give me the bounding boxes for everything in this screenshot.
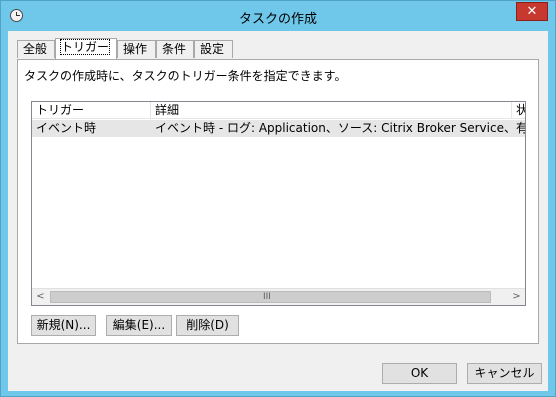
column-header-trigger[interactable]: トリガー xyxy=(32,102,151,119)
tab-triggers[interactable]: トリガー xyxy=(55,38,117,59)
tab-actions[interactable]: 操作 xyxy=(117,40,156,58)
horizontal-scrollbar[interactable]: < III > xyxy=(32,288,525,305)
ok-button[interactable]: OK xyxy=(382,363,457,384)
edit-trigger-button[interactable]: 編集(E)... xyxy=(106,315,172,336)
tab-triggers-label: トリガー xyxy=(59,39,111,55)
column-header-details[interactable]: 詳細 xyxy=(151,102,512,119)
task-create-window: タスクの作成 ✕ 全般 トリガー 操作 条件 設定 タスクの作成時に、タスクのト… xyxy=(0,0,556,397)
column-header-status[interactable]: 状 xyxy=(512,102,525,119)
trigger-list[interactable]: トリガー 詳細 状 イベント時 イベント時 - ログ: Application、… xyxy=(31,101,526,306)
scroll-right-icon[interactable]: > xyxy=(508,289,525,305)
tab-general[interactable]: 全般 xyxy=(17,40,55,58)
close-icon[interactable]: ✕ xyxy=(516,2,548,21)
title-bar[interactable]: タスクの作成 ✕ xyxy=(1,1,555,31)
table-row[interactable]: イベント時 イベント時 - ログ: Application、ソース: Citri… xyxy=(32,120,525,137)
window-title: タスクの作成 xyxy=(238,12,317,27)
scroll-thumb[interactable]: III xyxy=(50,291,491,303)
tab-settings[interactable]: 設定 xyxy=(194,40,233,58)
tab-conditions[interactable]: 条件 xyxy=(156,40,194,58)
panel-description: タスクの作成時に、タスクのトリガー条件を指定できます。 xyxy=(24,69,347,83)
new-trigger-button[interactable]: 新規(N)... xyxy=(31,315,96,336)
delete-trigger-button[interactable]: 削除(D) xyxy=(176,315,239,336)
triggers-panel: タスクの作成時に、タスクのトリガー条件を指定できます。 トリガー 詳細 状 イベ… xyxy=(17,59,539,344)
cell-details: イベント時 - ログ: Application、ソース: Citrix Brok… xyxy=(155,121,512,135)
cell-status: 有 xyxy=(512,120,525,137)
scroll-left-icon[interactable]: < xyxy=(32,289,49,305)
scroll-grip-icon: III xyxy=(263,292,271,302)
cancel-button[interactable]: キャンセル xyxy=(467,363,542,384)
dialog-client-area: 全般 トリガー 操作 条件 設定 タスクの作成時に、タスクのトリガー条件を指定で… xyxy=(8,31,548,391)
cell-trigger: イベント時 xyxy=(36,121,97,135)
list-header: トリガー 詳細 状 xyxy=(32,102,525,119)
